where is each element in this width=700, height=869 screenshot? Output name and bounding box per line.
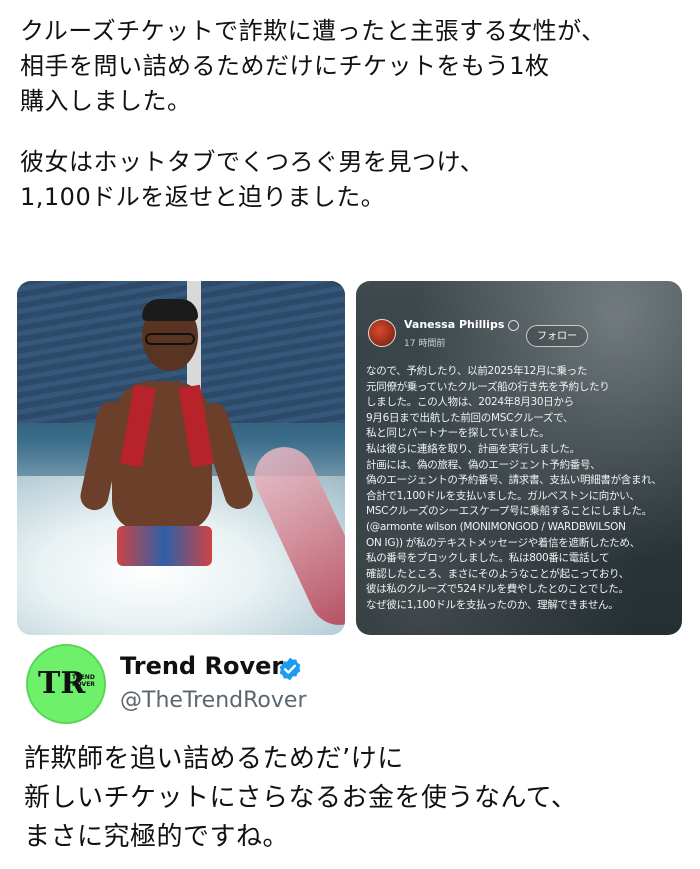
facebook-post-screenshot[interactable]: Vanessa Phillips 17 時間前 フォロー なので、予約したり、以… bbox=[356, 281, 682, 635]
glasses-icon bbox=[145, 333, 195, 345]
post-line: (@armonte wilson (MONIMONGOD / WARDBWILS… bbox=[366, 520, 626, 533]
post-body: なので、予約したり、以前2025年12月に乗った 元同僚が乗っていたクルーズ船の… bbox=[366, 364, 680, 614]
hot-tub-photo[interactable] bbox=[17, 281, 345, 635]
post-line: 元同僚が乗っていたクルーズ船の行き先を予約したり bbox=[366, 380, 610, 393]
post-line: 私と同じパートナーを探していました。 bbox=[366, 427, 550, 440]
post-line: 合計で1,100ドルを支払いました。ガルベストンに向かい、 bbox=[366, 489, 640, 502]
post-line: 9月6日まで出航した前回のMSCクルーズで、 bbox=[366, 411, 574, 424]
handle[interactable]: @TheTrendRover bbox=[120, 688, 306, 713]
post-time: 17 時間前 bbox=[404, 339, 446, 349]
headline-line: 1,100ドルを返せと迫りました。 bbox=[20, 183, 386, 211]
globe-icon bbox=[508, 320, 519, 331]
post-line: 私は彼らに連絡を取り、計画を実行しました。 bbox=[366, 442, 580, 455]
headline: クルーズチケットで詐欺に遭ったと主張する女性が、 相手を問い詰めるためだけにチケ… bbox=[20, 14, 680, 215]
post-line: なぜ彼に1,100ドルを支払ったのか、理解できません。 bbox=[366, 598, 619, 611]
trend-rover-avatar[interactable]: TR TREND ROVER bbox=[26, 644, 106, 724]
headline-line: 相手を問い詰めるためだけにチケットをもう1枚 bbox=[20, 52, 550, 80]
author-avatar[interactable] bbox=[368, 319, 396, 347]
author-name[interactable]: Vanessa Phillips bbox=[404, 318, 504, 331]
headline-line: 購入しました。 bbox=[20, 87, 192, 115]
tweet-line: 詐欺師を追い詰めるためだ’けに bbox=[24, 744, 404, 774]
headline-line: クルーズチケットで詐欺に遭ったと主張する女性が、 bbox=[20, 17, 606, 45]
post-line: 偽のエージェントの予約番号、請求書、支払い明細書が含まれ、 bbox=[366, 474, 662, 487]
headline-line: 彼女はホットタブでくつろぐ男を見つけ、 bbox=[20, 148, 485, 176]
post-line: しました。この人物は、2024年8月30日から bbox=[366, 396, 574, 409]
shorts bbox=[117, 526, 212, 566]
post-line: MSCクルーズのシーエスケープ号に乗船することにしました。 bbox=[366, 505, 652, 518]
tweet-line: 新しいチケットにさらなるお金を使うなんて、 bbox=[24, 783, 578, 813]
tweet-text: 詐欺師を追い詰めるためだ’けに 新しいチケットにさらなるお金を使うなんて、 まさ… bbox=[24, 740, 680, 857]
avatar-logo-small: TREND ROVER bbox=[72, 674, 95, 688]
post-line: 確認したところ、まさにそのようなことが起こっており、 bbox=[366, 567, 629, 580]
verified-badge-icon bbox=[279, 657, 301, 681]
post-line: 私の番号をブロックしました。私は800番に電話して bbox=[366, 552, 610, 565]
post-line: なので、予約したり、以前2025年12月に乗った bbox=[366, 365, 588, 377]
display-name[interactable]: Trend Rover bbox=[120, 652, 283, 680]
post-line: 彼は私のクルーズで524ドルを費やしたとのことでした。 bbox=[366, 583, 629, 596]
follow-button[interactable]: フォロー bbox=[526, 325, 588, 347]
person-hair bbox=[142, 299, 198, 321]
post-line: ON IG)) が私のテキストメッセージや着信を遮断したため、 bbox=[366, 536, 640, 549]
post-line: 計画には、偽の旅程、偽のエージェント予約番号、 bbox=[366, 458, 601, 471]
tweet-line: まさに究極的ですね。 bbox=[24, 822, 290, 852]
